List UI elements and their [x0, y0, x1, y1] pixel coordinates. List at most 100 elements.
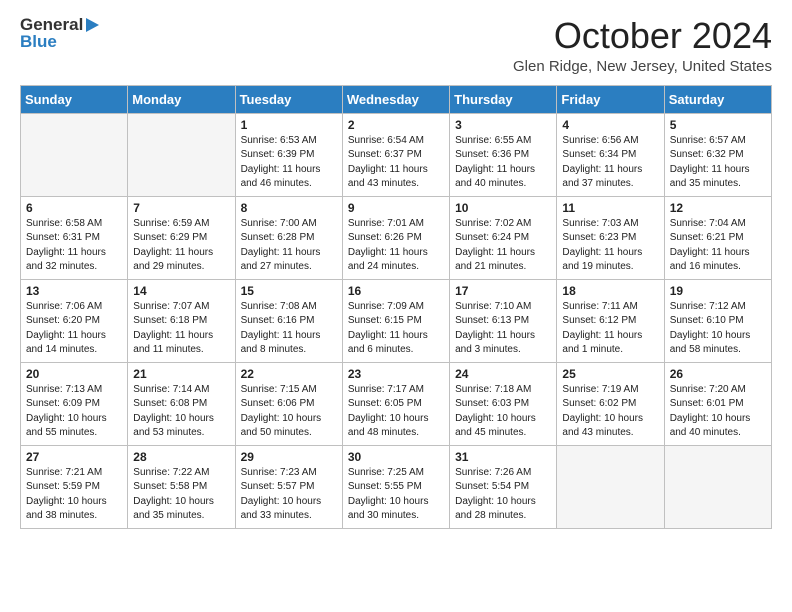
- day-info: Sunrise: 7:17 AM Sunset: 6:05 PM Dayligh…: [348, 383, 444, 441]
- day-number: 11: [562, 201, 658, 215]
- day-info: Sunrise: 7:10 AM Sunset: 6:13 PM Dayligh…: [455, 300, 551, 358]
- day-number: 5: [670, 118, 766, 132]
- day-number: 7: [133, 201, 229, 215]
- calendar-cell: 6 Sunrise: 6:58 AM Sunset: 6:31 PM Daylig…: [21, 196, 128, 279]
- calendar-cell: 31 Sunrise: 7:26 AM Sunset: 5:54 PM Dayli…: [450, 445, 557, 528]
- day-number: 18: [562, 284, 658, 298]
- day-number: 3: [455, 118, 551, 132]
- week-row-2: 6 Sunrise: 6:58 AM Sunset: 6:31 PM Daylig…: [21, 196, 772, 279]
- day-info: Sunrise: 7:11 AM Sunset: 6:12 PM Dayligh…: [562, 300, 658, 358]
- week-row-3: 13Sunrise: 7:06 AM Sunset: 6:20 PM Dayli…: [21, 279, 772, 362]
- page: General Blue October 2024 Glen Ridge, Ne…: [0, 0, 792, 545]
- calendar-cell: 11 Sunrise: 7:03 AM Sunset: 6:23 PM Dayli…: [557, 196, 664, 279]
- day-info: Sunrise: 7:15 AM Sunset: 6:06 PM Dayligh…: [241, 383, 337, 441]
- day-number: 1: [241, 118, 337, 132]
- day-info: Sunrise: 6:54 AM Sunset: 6:37 PM Dayligh…: [348, 134, 444, 192]
- calendar-cell: 3 Sunrise: 6:55 AM Sunset: 6:36 PM Daylig…: [450, 113, 557, 196]
- day-info: Sunrise: 7:12 AM Sunset: 6:10 PM Dayligh…: [670, 300, 766, 358]
- col-header-tuesday: Tuesday: [235, 85, 342, 113]
- day-number: 22: [241, 367, 337, 381]
- title-block: October 2024 Glen Ridge, New Jersey, Uni…: [513, 16, 772, 75]
- day-info: Sunrise: 7:08 AM Sunset: 6:16 PM Dayligh…: [241, 300, 337, 358]
- day-info: Sunrise: 7:00 AM Sunset: 6:28 PM Dayligh…: [241, 217, 337, 275]
- month-title: October 2024: [513, 16, 772, 56]
- day-number: 25: [562, 367, 658, 381]
- logo-blue-text: Blue: [20, 33, 99, 50]
- day-number: 6: [26, 201, 122, 215]
- day-number: 26: [670, 367, 766, 381]
- calendar-cell: 24Sunrise: 7:18 AM Sunset: 6:03 PM Dayli…: [450, 362, 557, 445]
- day-info: Sunrise: 7:25 AM Sunset: 5:55 PM Dayligh…: [348, 466, 444, 524]
- day-number: 8: [241, 201, 337, 215]
- col-header-monday: Monday: [128, 85, 235, 113]
- day-number: 23: [348, 367, 444, 381]
- calendar-cell: 30 Sunrise: 7:25 AM Sunset: 5:55 PM Dayli…: [342, 445, 449, 528]
- calendar-cell: 8 Sunrise: 7:00 AM Sunset: 6:28 PM Daylig…: [235, 196, 342, 279]
- calendar-cell: 1 Sunrise: 6:53 AM Sunset: 6:39 PM Daylig…: [235, 113, 342, 196]
- day-info: Sunrise: 7:20 AM Sunset: 6:01 PM Dayligh…: [670, 383, 766, 441]
- day-number: 20: [26, 367, 122, 381]
- calendar-cell: 10 Sunrise: 7:02 AM Sunset: 6:24 PM Dayli…: [450, 196, 557, 279]
- day-info: Sunrise: 6:56 AM Sunset: 6:34 PM Dayligh…: [562, 134, 658, 192]
- calendar-cell: 21Sunrise: 7:14 AM Sunset: 6:08 PM Dayli…: [128, 362, 235, 445]
- calendar-cell: 7Sunrise: 6:59 AM Sunset: 6:29 PM Daylig…: [128, 196, 235, 279]
- day-number: 12: [670, 201, 766, 215]
- day-info: Sunrise: 7:06 AM Sunset: 6:20 PM Dayligh…: [26, 300, 122, 358]
- day-number: 21: [133, 367, 229, 381]
- day-number: 29: [241, 450, 337, 464]
- calendar-cell: 23 Sunrise: 7:17 AM Sunset: 6:05 PM Dayli…: [342, 362, 449, 445]
- day-info: Sunrise: 7:13 AM Sunset: 6:09 PM Dayligh…: [26, 383, 122, 441]
- day-number: 4: [562, 118, 658, 132]
- calendar-cell: [664, 445, 771, 528]
- header: General Blue October 2024 Glen Ridge, Ne…: [20, 16, 772, 75]
- col-header-friday: Friday: [557, 85, 664, 113]
- day-number: 19: [670, 284, 766, 298]
- calendar-cell: 17 Sunrise: 7:10 AM Sunset: 6:13 PM Dayli…: [450, 279, 557, 362]
- location-text: Glen Ridge, New Jersey, United States: [513, 58, 772, 75]
- calendar-cell: 15 Sunrise: 7:08 AM Sunset: 6:16 PM Dayli…: [235, 279, 342, 362]
- day-info: Sunrise: 7:03 AM Sunset: 6:23 PM Dayligh…: [562, 217, 658, 275]
- day-info: Sunrise: 7:01 AM Sunset: 6:26 PM Dayligh…: [348, 217, 444, 275]
- day-info: Sunrise: 6:58 AM Sunset: 6:31 PM Dayligh…: [26, 217, 122, 275]
- week-row-5: 27Sunrise: 7:21 AM Sunset: 5:59 PM Dayli…: [21, 445, 772, 528]
- day-info: Sunrise: 7:23 AM Sunset: 5:57 PM Dayligh…: [241, 466, 337, 524]
- calendar-cell: [21, 113, 128, 196]
- calendar-cell: [557, 445, 664, 528]
- day-info: Sunrise: 7:07 AM Sunset: 6:18 PM Dayligh…: [133, 300, 229, 358]
- day-number: 31: [455, 450, 551, 464]
- day-number: 15: [241, 284, 337, 298]
- day-info: Sunrise: 6:53 AM Sunset: 6:39 PM Dayligh…: [241, 134, 337, 192]
- col-header-sunday: Sunday: [21, 85, 128, 113]
- calendar-cell: 12 Sunrise: 7:04 AM Sunset: 6:21 PM Dayli…: [664, 196, 771, 279]
- logo: General Blue: [20, 16, 99, 50]
- day-info: Sunrise: 7:18 AM Sunset: 6:03 PM Dayligh…: [455, 383, 551, 441]
- logo-general-text: General: [20, 16, 83, 33]
- calendar-cell: 14 Sunrise: 7:07 AM Sunset: 6:18 PM Dayli…: [128, 279, 235, 362]
- calendar-table: SundayMondayTuesdayWednesdayThursdayFrid…: [20, 85, 772, 529]
- col-header-thursday: Thursday: [450, 85, 557, 113]
- calendar-cell: 16Sunrise: 7:09 AM Sunset: 6:15 PM Dayli…: [342, 279, 449, 362]
- day-number: 30: [348, 450, 444, 464]
- day-number: 17: [455, 284, 551, 298]
- day-info: Sunrise: 7:02 AM Sunset: 6:24 PM Dayligh…: [455, 217, 551, 275]
- calendar-cell: [128, 113, 235, 196]
- day-info: Sunrise: 7:19 AM Sunset: 6:02 PM Dayligh…: [562, 383, 658, 441]
- calendar-cell: 22 Sunrise: 7:15 AM Sunset: 6:06 PM Dayli…: [235, 362, 342, 445]
- day-number: 14: [133, 284, 229, 298]
- col-header-saturday: Saturday: [664, 85, 771, 113]
- day-number: 9: [348, 201, 444, 215]
- calendar-cell: 4 Sunrise: 6:56 AM Sunset: 6:34 PM Daylig…: [557, 113, 664, 196]
- day-info: Sunrise: 7:04 AM Sunset: 6:21 PM Dayligh…: [670, 217, 766, 275]
- calendar-cell: 29 Sunrise: 7:23 AM Sunset: 5:57 PM Dayli…: [235, 445, 342, 528]
- day-info: Sunrise: 7:09 AM Sunset: 6:15 PM Dayligh…: [348, 300, 444, 358]
- day-info: Sunrise: 6:57 AM Sunset: 6:32 PM Dayligh…: [670, 134, 766, 192]
- calendar-cell: 18 Sunrise: 7:11 AM Sunset: 6:12 PM Dayli…: [557, 279, 664, 362]
- calendar-cell: 20 Sunrise: 7:13 AM Sunset: 6:09 PM Dayli…: [21, 362, 128, 445]
- calendar-cell: 25 Sunrise: 7:19 AM Sunset: 6:02 PM Dayli…: [557, 362, 664, 445]
- logo-triangle-icon: [86, 18, 99, 32]
- day-info: Sunrise: 6:55 AM Sunset: 6:36 PM Dayligh…: [455, 134, 551, 192]
- day-info: Sunrise: 7:26 AM Sunset: 5:54 PM Dayligh…: [455, 466, 551, 524]
- calendar-cell: 26 Sunrise: 7:20 AM Sunset: 6:01 PM Dayli…: [664, 362, 771, 445]
- day-number: 10: [455, 201, 551, 215]
- day-number: 2: [348, 118, 444, 132]
